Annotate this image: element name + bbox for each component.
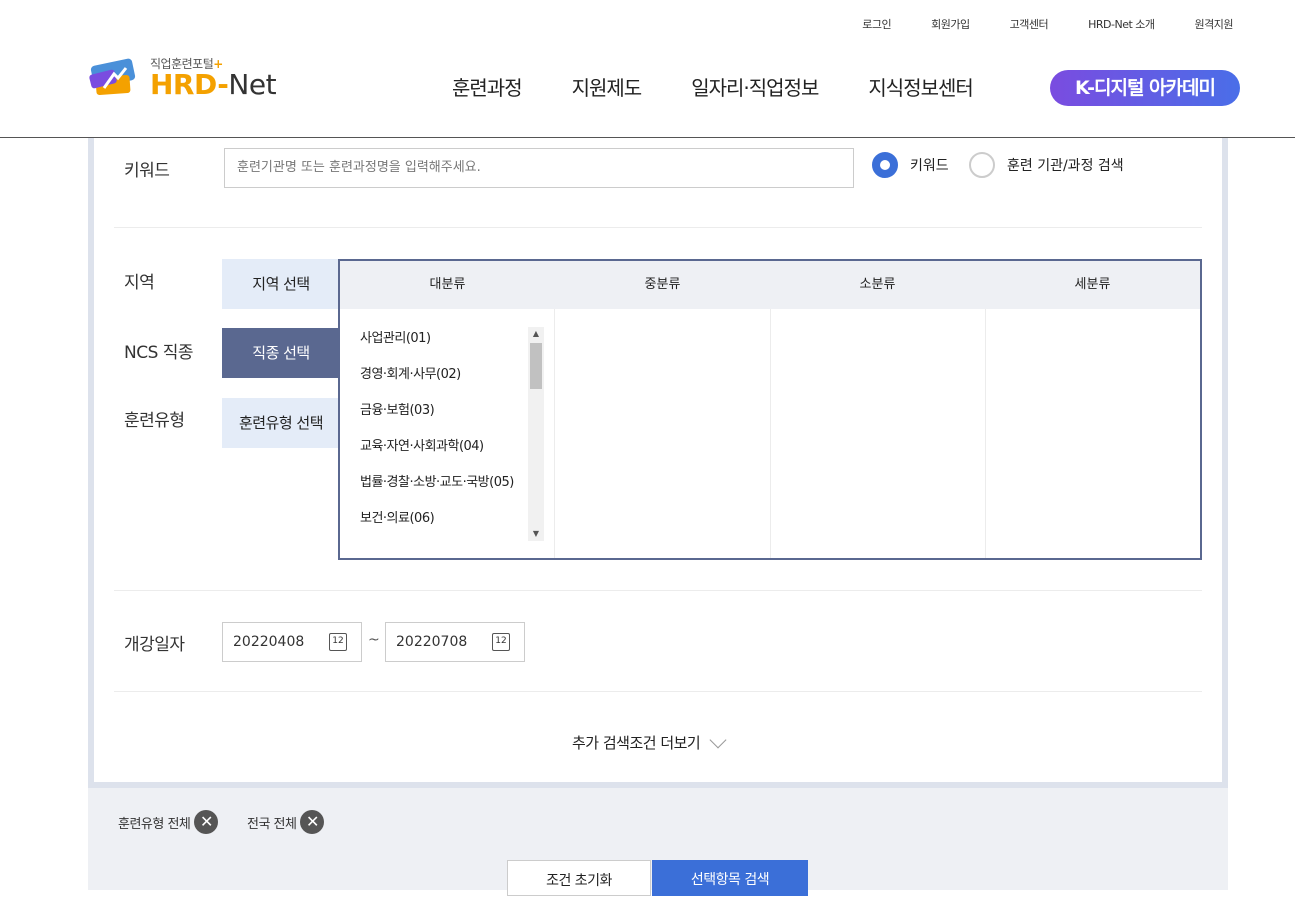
search-panel-body: 키워드 훈련기관명 또는 훈련과정명을 입력해주세요. 키워드 훈련 기관/과정… xyxy=(94,138,1222,782)
nav-k-digital-academy[interactable]: K-디지털 아카데미 xyxy=(1050,70,1240,106)
nav-knowledge-center[interactable]: 지식정보센터 xyxy=(868,70,973,106)
keyword-input[interactable]: 훈련기관명 또는 훈련과정명을 입력해주세요. xyxy=(224,148,854,188)
remote-support-link[interactable]: 원격지원 xyxy=(1195,16,1234,32)
filter-chip-training-type: 훈련유형 전체 ✕ xyxy=(118,810,219,834)
logo-icon xyxy=(89,58,136,95)
header-middle: 중분류 xyxy=(644,277,681,292)
date-from-value: 20220408 xyxy=(233,634,305,650)
nav-job-info[interactable]: 일자리·직업정보 xyxy=(691,70,819,106)
chip-label: 훈련유형 전체 xyxy=(118,816,191,832)
nav-support-system[interactable]: 지원제도 xyxy=(572,70,643,106)
list-item[interactable]: 보건·의료(06) xyxy=(360,507,514,543)
header-detail: 세분류 xyxy=(1074,277,1111,292)
major-category-column: 사업관리(01) 경영·회계·사무(02) 금융·보험(03) 교육·자연·사회… xyxy=(340,309,556,558)
divider xyxy=(114,227,1202,228)
site-header: 로그인 회원가입 고객센터 HRD-Net 소개 원격지원 직업훈련포털+ HR… xyxy=(0,0,1295,138)
search-button[interactable]: 선택항목 검색 xyxy=(652,860,808,896)
date-to-input[interactable]: 20220708 12 xyxy=(385,622,525,662)
list-item[interactable]: 경영·회계·사무(02) xyxy=(360,363,514,399)
list-item[interactable]: 사업관리(01) xyxy=(360,327,514,363)
radio-keyword-label: 키워드 xyxy=(910,158,949,174)
more-conditions-label: 추가 검색조건 더보기 xyxy=(572,734,701,752)
close-icon[interactable]: ✕ xyxy=(194,810,219,834)
list-item[interactable]: 금융·보험(03) xyxy=(360,399,514,435)
filter-chip-region: 전국 전체 ✕ xyxy=(247,810,325,834)
divider xyxy=(114,590,1202,591)
major-category-list: 사업관리(01) 경영·회계·사무(02) 금융·보험(03) 교육·자연·사회… xyxy=(360,327,514,543)
scrollbar[interactable]: ▲ ▼ xyxy=(528,327,544,541)
logo-title: HRD-Net xyxy=(150,68,277,101)
customer-center-link[interactable]: 고객센터 xyxy=(1010,16,1049,32)
detail-category-column xyxy=(986,309,1200,558)
training-type-select-button[interactable]: 훈련유형 선택 xyxy=(222,398,340,448)
ncs-category-selector: 대분류 중분류 소분류 세분류 사업관리(01) 경영·회계·사무(02) 금융… xyxy=(338,259,1202,560)
utility-links: 로그인 회원가입 고객센터 HRD-Net 소개 원격지원 xyxy=(822,16,1233,32)
category-header: 대분류 중분류 소분류 세분류 xyxy=(340,261,1200,309)
signup-link[interactable]: 회원가입 xyxy=(931,16,970,32)
training-type-label: 훈련유형 xyxy=(124,411,185,431)
list-item[interactable]: 법률·경찰·소방·교도·국방(05) xyxy=(360,471,514,507)
divider xyxy=(114,691,1202,692)
ncs-label: NCS 직종 xyxy=(124,343,194,363)
selected-filters-bar: 훈련유형 전체 ✕ 전국 전체 ✕ 조건 초기화 선택항목 검색 xyxy=(88,788,1228,896)
scroll-down-icon[interactable]: ▼ xyxy=(528,527,544,541)
date-to-value: 20220708 xyxy=(396,634,468,650)
radio-institution[interactable]: 훈련 기관/과정 검색 xyxy=(969,152,1124,178)
radio-keyword[interactable]: 키워드 xyxy=(872,152,949,178)
date-from-input[interactable]: 20220408 12 xyxy=(222,622,362,662)
close-icon[interactable]: ✕ xyxy=(300,810,325,834)
radio-checked-icon xyxy=(872,152,898,178)
middle-category-column xyxy=(555,309,771,558)
date-range-separator: ~ xyxy=(368,632,380,648)
chevron-down-icon xyxy=(709,731,727,748)
search-panel: 키워드 훈련기관명 또는 훈련과정명을 입력해주세요. 키워드 훈련 기관/과정… xyxy=(88,138,1228,788)
nav-training-courses[interactable]: 훈련과정 xyxy=(452,70,523,106)
region-select-button[interactable]: 지역 선택 xyxy=(222,259,340,309)
scroll-thumb[interactable] xyxy=(530,343,542,389)
region-label: 지역 xyxy=(124,273,155,293)
category-columns: 사업관리(01) 경영·회계·사무(02) 금융·보험(03) 교육·자연·사회… xyxy=(340,309,1200,558)
ncs-select-button[interactable]: 직종 선택 xyxy=(222,328,340,378)
radio-unchecked-icon xyxy=(969,152,995,178)
radio-institution-label: 훈련 기관/과정 검색 xyxy=(1007,158,1124,174)
main-nav: 훈련과정 지원제도 일자리·직업정보 지식정보센터 K-디지털 아카데미 xyxy=(452,70,1240,106)
calendar-icon[interactable]: 12 xyxy=(492,633,510,651)
calendar-icon[interactable]: 12 xyxy=(329,633,347,651)
keyword-label: 키워드 xyxy=(124,161,170,181)
reset-button[interactable]: 조건 초기화 xyxy=(507,860,651,896)
start-date-label: 개강일자 xyxy=(124,635,185,655)
header-major: 대분류 xyxy=(429,277,466,292)
header-minor: 소분류 xyxy=(859,277,896,292)
scroll-up-icon[interactable]: ▲ xyxy=(528,327,544,341)
chip-label: 전국 전체 xyxy=(247,816,297,832)
minor-category-column xyxy=(771,309,986,558)
list-item[interactable]: 교육·자연·사회과학(04) xyxy=(360,435,514,471)
more-conditions-toggle[interactable]: 추가 검색조건 더보기 xyxy=(572,731,727,753)
login-link[interactable]: 로그인 xyxy=(862,16,891,32)
site-logo[interactable]: 직업훈련포털+ HRD-Net xyxy=(88,52,288,102)
about-link[interactable]: HRD-Net 소개 xyxy=(1088,16,1155,32)
